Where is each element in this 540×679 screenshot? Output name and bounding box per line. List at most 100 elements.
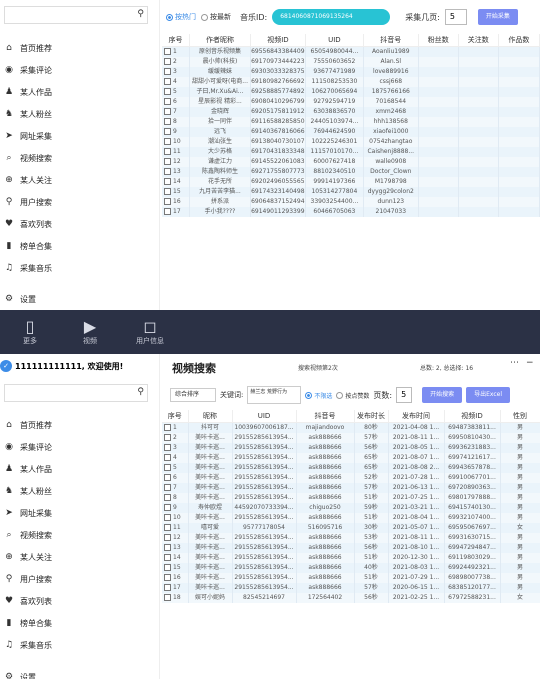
music-id-input[interactable]: 6814060871069135264: [272, 9, 391, 25]
row-checkbox[interactable]: [164, 523, 171, 531]
minimize-icon[interactable]: −: [526, 358, 534, 368]
sidebar-item-user-fans[interactable]: ♞ 某人粉丝: [0, 103, 158, 125]
row-checkbox[interactable]: [164, 147, 171, 155]
table-row[interactable]: 6 美咔卡巡... 29155285613954... ask888666 52秒 202…: [162, 472, 540, 483]
row-checkbox[interactable]: [164, 453, 171, 461]
table-row[interactable]: 12 谦虚江力 69145522061083... 60007627418 walle0…: [162, 156, 540, 167]
table-row[interactable]: 17 手小我???? 69149011293399... 60466705063 210…: [162, 206, 540, 217]
column-header[interactable]: 序号: [162, 34, 190, 47]
row-checkbox[interactable]: [164, 533, 171, 541]
column-header[interactable]: 视频ID: [250, 34, 306, 47]
row-checkbox[interactable]: [164, 117, 171, 125]
start-search-button[interactable]: 开始搜索: [422, 387, 463, 403]
column-header[interactable]: 发布时长: [354, 410, 389, 423]
row-checkbox[interactable]: [164, 77, 171, 85]
search-input[interactable]: ⚲: [4, 6, 148, 24]
table-row[interactable]: 7 金晓辉 69205175811912... 63038836570 xmm2468: [162, 106, 540, 117]
table-row[interactable]: 16 拼系派 69064837152494... 33903254400... dunn…: [162, 196, 540, 207]
radio-hot-indicator[interactable]: [166, 13, 173, 21]
bottom-nav-item-chat[interactable]: ◻ 用户信息: [120, 310, 180, 354]
row-checkbox[interactable]: [164, 157, 171, 165]
table-row[interactable]: 9 远飞 69140367816066... 76944624590 xiaofei10…: [162, 126, 540, 137]
row-checkbox[interactable]: [164, 573, 171, 581]
sidebar-item-settings[interactable]: ⚙ 设置: [0, 666, 36, 679]
column-header[interactable]: 抖音号: [296, 410, 355, 423]
pages-input[interactable]: 5: [444, 9, 467, 25]
column-header[interactable]: 关注数: [458, 34, 499, 47]
table-row[interactable]: 8 美咔卡巡... 29155285613954... ask888666 51秒 202…: [162, 492, 540, 503]
table-row[interactable]: 3 美咔卡巡... 29155285613954... ask888666 56秒 202…: [162, 442, 540, 453]
column-header[interactable]: UID: [305, 34, 364, 47]
row-checkbox[interactable]: [164, 513, 171, 521]
sidebar-item-comment[interactable]: ◉ 采集评论: [0, 59, 158, 81]
search-icon[interactable]: ⚲: [137, 387, 144, 397]
table-row[interactable]: 11 嘻可爱 95777178054 516095716 30秒 2021-05-07 1…: [162, 522, 540, 533]
column-header[interactable]: 昵称: [188, 410, 233, 423]
row-checkbox[interactable]: [164, 57, 171, 65]
radio-new-indicator[interactable]: [201, 13, 208, 21]
sidebar-item-user-works[interactable]: ♟ 某人作品: [0, 458, 158, 480]
pages-input[interactable]: 5: [396, 387, 413, 403]
column-header[interactable]: 视频ID: [444, 410, 501, 423]
table-row[interactable]: 1 抖可可 10039607006187... majiandoovo 80秒 2021-…: [162, 422, 540, 433]
sidebar-item-user-fans[interactable]: ♞ 某人粉丝: [0, 480, 158, 502]
row-checkbox[interactable]: [164, 87, 171, 95]
sidebar-item-settings[interactable]: ⚙ 设置: [0, 288, 36, 310]
table-row[interactable]: 17 美咔卡巡... 29155285613954... ask888666 57秒 20…: [162, 582, 540, 593]
sidebar-item-home[interactable]: ⌂ 首页推荐: [0, 414, 158, 436]
row-checkbox[interactable]: [164, 67, 171, 75]
sidebar-item-like[interactable]: ♥ 喜欢列表: [0, 213, 158, 235]
column-header[interactable]: 序号: [162, 410, 189, 423]
row-checkbox[interactable]: [164, 197, 171, 205]
table-row[interactable]: 3 缓缓辣妹 69303033328375... 93677471989 love889…: [162, 66, 540, 77]
sidebar-item-music[interactable]: ♫ 采集音乐: [0, 634, 158, 656]
sidebar-item-user-search[interactable]: ⚲ 用户搜索: [0, 568, 158, 590]
column-header[interactable]: UID: [232, 410, 297, 423]
table-row[interactable]: 15 美咔卡巡... 29155285613954... ask888666 40秒 20…: [162, 562, 540, 573]
row-checkbox[interactable]: [164, 423, 171, 431]
sort-select[interactable]: 综合排序: [170, 388, 216, 402]
row-checkbox[interactable]: [164, 483, 171, 491]
column-header[interactable]: 发布时间: [388, 410, 445, 423]
radio-unlimited[interactable]: 不限选: [305, 391, 332, 400]
column-header[interactable]: 抖音号: [363, 34, 419, 47]
sidebar-item-user-works[interactable]: ♟ 某人作品: [0, 81, 158, 103]
table-row[interactable]: 5 子曰,Mr.Xu&Ai... 69258885774892... 10627006…: [162, 86, 540, 97]
row-checkbox[interactable]: [164, 433, 171, 441]
column-header[interactable]: 粉丝数: [418, 34, 459, 47]
row-checkbox[interactable]: [164, 583, 171, 591]
column-header[interactable]: 作者昵称: [189, 34, 252, 47]
sidebar-item-home[interactable]: ⌂ 首页推荐: [0, 37, 158, 59]
table-row[interactable]: 10 潮汕张生 69138040730107... 102225246301 0754z…: [162, 136, 540, 147]
table-row[interactable]: 11 大少苏格 69170431833348... 11157010170... Cai…: [162, 146, 540, 157]
row-checkbox[interactable]: [164, 503, 171, 511]
row-checkbox[interactable]: [164, 97, 171, 105]
radio-hot[interactable]: 按热门: [166, 12, 196, 22]
sidebar-item-ranking[interactable]: ▮ 榜单合集: [0, 235, 158, 257]
row-checkbox[interactable]: [164, 127, 171, 135]
table-row[interactable]: 15 九月苦苦李猫... 69174323140498... 105314277804…: [162, 186, 540, 197]
table-row[interactable]: 10 美咔卡巡... 29155285613954... ask888666 51秒 20…: [162, 512, 540, 523]
row-checkbox[interactable]: [164, 473, 171, 481]
sidebar-item-search[interactable]: ⌕ 视频搜索: [0, 524, 158, 546]
row-checkbox[interactable]: [164, 167, 171, 175]
column-header[interactable]: 性别: [500, 410, 540, 423]
row-checkbox[interactable]: [164, 563, 171, 571]
table-row[interactable]: 4 美咔卡巡... 29155285613954... ask888666 65秒 202…: [162, 452, 540, 463]
keyword-input[interactable]: 赫兰志 荒野行为: [247, 386, 302, 404]
row-checkbox[interactable]: [164, 593, 171, 601]
sidebar-item-user-search[interactable]: ⚲ 用户搜索: [0, 191, 158, 213]
sidebar-item-music[interactable]: ♫ 采集音乐: [0, 257, 158, 279]
row-checkbox[interactable]: [164, 187, 171, 195]
row-checkbox[interactable]: [164, 493, 171, 501]
radio-new[interactable]: 按最新: [201, 12, 231, 22]
row-checkbox[interactable]: [164, 207, 171, 215]
bottom-nav-item-video[interactable]: ▶ 视频: [60, 310, 120, 354]
table-row[interactable]: 2 晨小帅(科技) 69170973444223... 75550603652 Alan…: [162, 56, 540, 67]
row-checkbox[interactable]: [164, 177, 171, 185]
sidebar-item-follow[interactable]: ⊕ 某人关注: [0, 169, 158, 191]
row-checkbox[interactable]: [164, 543, 171, 551]
table-row[interactable]: 1 原创音乐视频集 69556843384409... 65054980044... A…: [162, 46, 540, 57]
row-checkbox[interactable]: [164, 553, 171, 561]
export-excel-button[interactable]: 导出Excel: [466, 387, 511, 403]
